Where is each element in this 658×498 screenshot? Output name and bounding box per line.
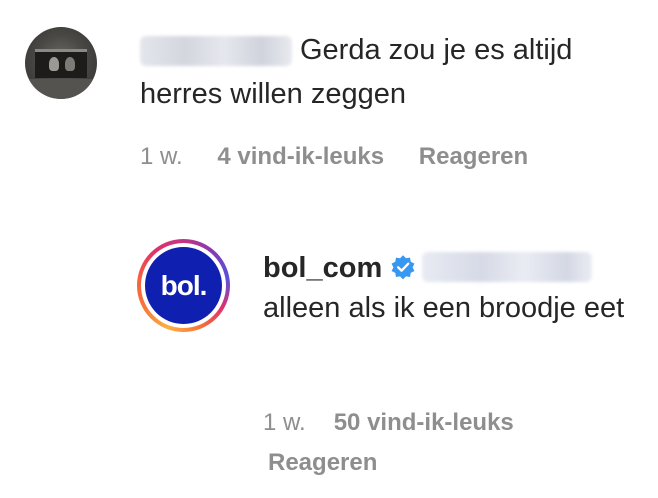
comment-likes-count[interactable]: 4 vind-ik-leuks	[217, 143, 384, 170]
bol-logo: bol.	[145, 247, 222, 324]
comment-reply-button[interactable]: Reageren	[419, 143, 528, 170]
reply-avatar[interactable]: bol.	[137, 239, 230, 332]
mention-redacted[interactable]	[422, 252, 593, 283]
reply-text: alleen als ik een broodje eet	[263, 292, 625, 324]
comment-body: Gerda zou je es altijd herres willen zeg…	[140, 28, 640, 116]
comment-meta: 1 w. 4 vind-ik-leuks Reageren	[140, 140, 556, 174]
avatar-photo-window	[35, 49, 87, 78]
reply-body: bol_com alleen als ik een broodje eet	[263, 248, 643, 328]
reply-username[interactable]: bol_com	[263, 252, 382, 284]
avatar-photo-figure	[65, 57, 75, 71]
reply-timestamp[interactable]: 1 w.	[263, 409, 306, 436]
commenter-avatar[interactable]	[25, 27, 97, 99]
reply-reply-button[interactable]: Reageren	[268, 443, 595, 483]
reply-meta: 1 w. 50 vind-ik-leuks Reageren	[263, 403, 623, 483]
comment-timestamp[interactable]: 1 w.	[140, 143, 183, 170]
reply-likes-count[interactable]: 50 vind-ik-leuks	[334, 409, 514, 436]
avatar-photo-floor	[25, 79, 97, 99]
commenter-username-redacted[interactable]	[140, 36, 292, 67]
avatar-photo-figure	[49, 57, 59, 71]
comment-thread: Gerda zou je es altijd herres willen zeg…	[0, 0, 658, 498]
bol-logo-text: bol.	[160, 269, 208, 301]
verified-badge-icon	[391, 255, 415, 280]
